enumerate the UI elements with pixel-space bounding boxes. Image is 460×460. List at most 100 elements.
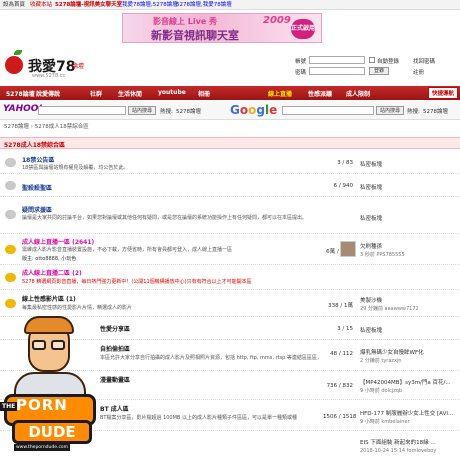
last-post-thumbnail[interactable] xyxy=(340,241,356,257)
banner-button[interactable]: 正式啟用 xyxy=(291,19,315,39)
forum-bubble-icon xyxy=(5,158,16,167)
forum-title[interactable]: 成人線上直播二區 (2) xyxy=(22,268,82,277)
breadcrumb[interactable]: 5278論壇 › 5278成人18禁綜合區 xyxy=(0,122,460,132)
forum-last-post[interactable]: 【MP42004MB】sy3m/門a 百花/... xyxy=(360,378,456,386)
main-nav: 5278論壇 說愛傳說 社群 生活休閒 youtube 相冊 線上直播 性感派議… xyxy=(0,86,460,100)
porndude-ad[interactable]: PORN THE DUDE www.theporndude.com xyxy=(0,316,96,460)
forum-last-post-meta: 9 小時前 kmbelainer xyxy=(360,419,410,425)
google-hot-value[interactable]: 5278論壇 xyxy=(423,107,448,115)
quick-nav-button[interactable]: 快捷導航 xyxy=(427,87,458,99)
forum-last-post-meta: 29 分鐘前 aaawww7172 xyxy=(360,306,419,312)
nav-item-youtube[interactable]: youtube xyxy=(158,89,186,96)
yahoo-search-button[interactable]: 站內搜尋 xyxy=(128,106,156,115)
yahoo-hot-label: 熱搜: xyxy=(160,109,173,115)
forum-title[interactable]: 18禁公告區 xyxy=(22,155,54,164)
account-input[interactable] xyxy=(309,56,365,64)
forum-title[interactable]: 聖殺殺聖區 xyxy=(22,183,52,192)
banner-ad[interactable]: 影音線上 Live 秀 2009 新影音視訊聊天室 正式啟用 xyxy=(122,13,322,43)
forum-bubble-icon xyxy=(5,210,16,219)
remember-label: 自動登錄 xyxy=(377,59,400,65)
apple-logo-icon[interactable] xyxy=(5,56,23,74)
password-input[interactable] xyxy=(309,67,365,75)
banner-line2: 新影音視訊聊天室 xyxy=(151,29,239,42)
forum-last-post[interactable]: 欠刷種孫 xyxy=(360,242,456,250)
account-label: 帳號 xyxy=(295,59,307,65)
banner-line1: 影音線上 Live 秀 xyxy=(153,17,218,26)
forum-title[interactable]: 性愛分享區 xyxy=(100,324,130,333)
yahoo-hot-value[interactable]: 5278論壇 xyxy=(176,107,201,115)
forum-stats: 736 / 832 xyxy=(326,383,353,389)
dude-hair xyxy=(24,316,74,334)
forum-last-post: 私密板塊 xyxy=(360,328,383,334)
nav-item-adult[interactable]: 成人限制 xyxy=(346,89,370,98)
google-logo: Google xyxy=(230,103,278,117)
set-homepage-link[interactable]: 設為首頁 xyxy=(3,1,25,9)
forum-moderators[interactable]: 版主: otto8888, 小玩色 xyxy=(22,255,76,262)
forum-last-post[interactable]: EIS 下面組裝 新起來的18緣 ... xyxy=(360,438,456,446)
google-search-input[interactable] xyxy=(282,106,374,115)
forum-title[interactable]: 線上性感影片區 (1) xyxy=(22,294,76,303)
nav-item-leisure[interactable]: 生活休閒 xyxy=(118,89,142,98)
remember-checkbox[interactable] xyxy=(369,57,375,63)
forum-title[interactable]: BT 成人區 xyxy=(100,404,129,413)
forum-desc: BT檔案分享區，影片檔超過 100MB 以上的成人影片種類子件區區，可以是單一種… xyxy=(100,415,297,421)
forum-last-post[interactable]: 美製沙機 xyxy=(360,296,456,304)
forum-row[interactable]: 疑問求援區 論壇是大家共同的討論平台，如果您對論壇或其他任何有疑問，或是您在論壇… xyxy=(0,198,460,234)
apple-leaf-icon xyxy=(14,50,22,55)
section-title[interactable]: 5278成人18禁綜合區 xyxy=(4,140,65,149)
forum-last-post: 私密板塊 xyxy=(360,185,383,191)
forum-last-post-meta: 2018-10-24 15:14 fornloveboy xyxy=(360,448,437,454)
register-link[interactable]: 註冊 xyxy=(413,68,424,76)
glasses-icon xyxy=(51,340,65,350)
nav-item-live[interactable]: 線上直播 xyxy=(268,89,292,98)
nav-item-album[interactable]: 相冊 xyxy=(198,89,210,98)
password-label: 密碼 xyxy=(295,70,307,76)
forum-row[interactable]: 成人線上直播一區 (2641) 需維成人影片影音直播裝置設施，不必下載，方便省時… xyxy=(0,235,460,265)
top-link-3[interactable]: 5278論壇,我愛78論壇 xyxy=(176,1,232,9)
section-header: 5278成人18禁綜合區 xyxy=(0,137,460,149)
forum-last-post[interactable]: 爆乳無碼少女自慢眸WF化 xyxy=(360,348,456,356)
yahoo-search-input[interactable] xyxy=(38,106,126,115)
forum-stats: 3 / 15 xyxy=(337,326,353,332)
add-favorite-link[interactable]: 收藏本站 xyxy=(30,1,52,9)
login-button[interactable]: 登錄 xyxy=(369,67,389,75)
top-links-bar: 設為首頁 收藏本站 5278論壇-視訊美女聊天室 我愛78論壇,5278論壇 5… xyxy=(0,0,460,10)
site-logo-url: www.5278.cc xyxy=(32,73,66,79)
forum-last-post-meta: 9 小時前 dolcjzqb xyxy=(360,388,403,394)
nav-item-community[interactable]: 社群 xyxy=(90,89,102,98)
forum-row[interactable]: 線上性感影片區 (1) 每集最私密性感的性愛影片片情，精選成人的影片 338 /… xyxy=(0,291,460,317)
forum-hot-icon xyxy=(5,299,16,308)
nav-item-home[interactable]: 5278論壇 xyxy=(6,89,35,98)
top-link-2[interactable]: 我愛78論壇,5278論壇 xyxy=(122,1,178,9)
forum-desc: 需維成人影片影音直播裝置設施，不必下載，方便省時，所有會員都可登入，成人線上直播… xyxy=(22,247,233,253)
forum-stats: 6 / 940 xyxy=(333,183,353,189)
nav-item-legend[interactable]: 說愛傳說 xyxy=(36,89,60,98)
porn-text: PORN xyxy=(16,396,68,414)
google-search-button[interactable]: 站內搜尋 xyxy=(376,106,404,115)
yahoo-logo: YAHOO! xyxy=(3,104,43,114)
dude-text: DUDE xyxy=(12,420,92,444)
forum-row[interactable]: 18禁公告區 18禁區與論壇站規有權見及解覆，均公告於此。 3 / 83 私密板… xyxy=(0,152,460,174)
forum-hot-icon xyxy=(5,245,16,254)
forum-desc: 論壇是大家共同的討論平台，如果您對論壇或其他任何有疑問，或是您在論壇的系統功能操… xyxy=(22,215,308,221)
forum-stats: 338 / 1萬 xyxy=(328,303,353,309)
forum-row[interactable]: 成人線上直播二區 (2) 5278 精選網頁影音直播，每日熱門強力更新中！(公開… xyxy=(0,266,460,290)
forum-desc: 18禁區與論壇站規有權見及解覆，均公告於此。 xyxy=(22,165,129,171)
forum-title[interactable]: 漫畫動畫區 xyxy=(100,375,130,384)
forgot-password-link[interactable]: 找回密碼 xyxy=(413,57,435,65)
top-link-1[interactable]: 5278論壇-視訊美女聊天室 xyxy=(55,1,122,9)
forum-title[interactable]: 成人線上直播一區 (2641) xyxy=(22,237,94,246)
nav-item-sexy[interactable]: 性感派議 xyxy=(308,89,332,98)
forum-last-post-meta: 2 分鐘前 tyrazxjn xyxy=(360,358,402,364)
forum-desc: 每集最私密性感的性愛影片片情，精選成人的影片 xyxy=(22,305,133,311)
login-form: 帳號 自動登錄 找回密碼 密碼 登錄 註冊 xyxy=(295,56,457,84)
forum-title[interactable]: 自拍偷拍區 xyxy=(100,344,130,353)
site-logo-sub: 論壇 xyxy=(72,63,85,70)
forum-row[interactable]: 聖殺殺聖區 6 / 940 私密板塊 xyxy=(0,175,460,197)
forum-last-post[interactable]: HFD-177 制服麗辦少女上性交 [AVI... xyxy=(360,409,456,417)
forum-stats: 3 / 83 xyxy=(337,160,353,166)
the-text: THE xyxy=(0,402,18,411)
banner-year: 2009 xyxy=(263,15,291,26)
forum-title[interactable]: 疑問求援區 xyxy=(22,205,52,214)
porndude-url[interactable]: www.theporndude.com xyxy=(14,444,71,451)
